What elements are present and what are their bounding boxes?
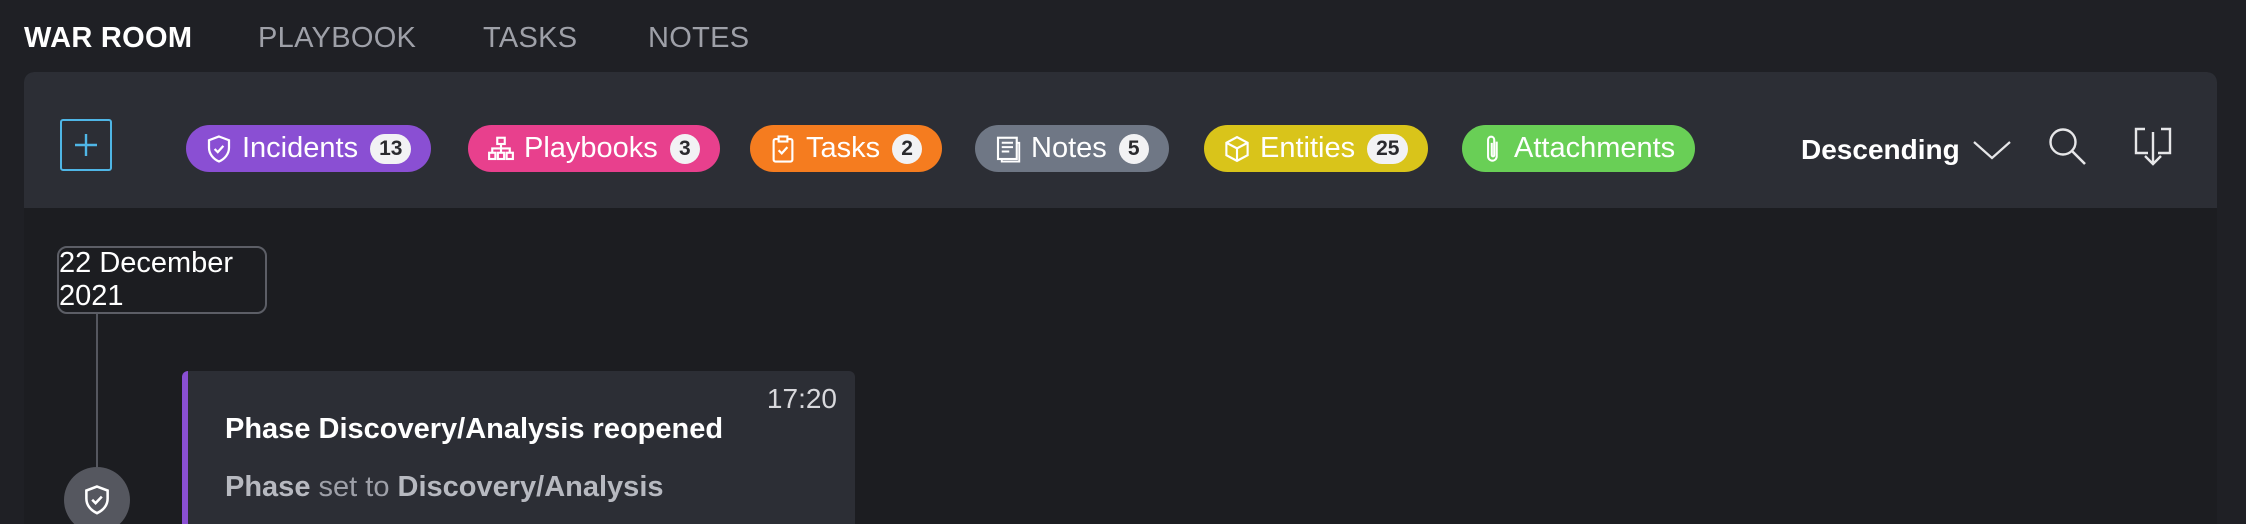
filter-playbooks[interactable]: Playbooks 3 xyxy=(468,125,720,172)
event-field-value: Discovery/Analysis xyxy=(397,471,664,503)
clipboard-icon xyxy=(772,134,794,163)
shield-icon xyxy=(85,485,109,515)
tasks-count-badge: 2 xyxy=(892,133,923,164)
entities-count-badge: 25 xyxy=(1367,133,1409,164)
filter-entities[interactable]: Entities 25 xyxy=(1204,125,1429,172)
paperclip-icon xyxy=(1487,135,1498,162)
tab-war-room[interactable]: WAR ROOM xyxy=(24,22,192,55)
cube-icon xyxy=(1225,135,1249,162)
filter-entities-label: Entities xyxy=(1260,132,1356,164)
timeline-node xyxy=(64,467,130,524)
event-desc-text: set to xyxy=(318,471,390,503)
sort-order-dropdown[interactable]: Descending xyxy=(1801,130,2012,170)
add-button[interactable] xyxy=(60,119,112,171)
filter-playbooks-label: Playbooks xyxy=(524,132,658,164)
shield-icon xyxy=(207,134,231,163)
download-icon[interactable] xyxy=(2131,124,2175,170)
note-icon xyxy=(996,136,1021,162)
filter-attachments-label: Attachments xyxy=(1514,132,1676,164)
timeline-event-card[interactable]: 17:20 Phase Discovery/Analysis reopened … xyxy=(182,371,855,524)
event-title: Phase Discovery/Analysis reopened xyxy=(225,413,724,445)
event-description: Phase set to Discovery/Analysis xyxy=(225,471,664,504)
filter-notes[interactable]: Notes 5 xyxy=(975,125,1169,172)
hierarchy-icon xyxy=(488,136,514,160)
event-field-name: Phase xyxy=(225,471,311,503)
tab-notes[interactable]: NOTES xyxy=(648,22,749,55)
filter-incidents[interactable]: Incidents 13 xyxy=(186,125,432,172)
tab-playbook[interactable]: PLAYBOOK xyxy=(258,22,416,55)
notes-count-badge: 5 xyxy=(1118,133,1149,164)
event-time: 17:20 xyxy=(766,383,837,414)
filter-tasks[interactable]: Tasks 2 xyxy=(750,125,943,172)
war-room-panel: Incidents 13 Playbooks 3 Tasks 2 Notes 5… xyxy=(24,72,2217,524)
sort-order-label: Descending xyxy=(1801,134,1960,165)
plus-icon xyxy=(75,134,97,156)
timeline-date-chip: 22 December 2021 xyxy=(57,246,267,314)
filter-notes-label: Notes xyxy=(1031,132,1107,164)
search-icon[interactable] xyxy=(2045,124,2089,168)
tab-bar: WAR ROOM PLAYBOOK TASKS NOTES xyxy=(0,0,2246,72)
filter-tasks-label: Tasks xyxy=(806,132,881,164)
tab-tasks[interactable]: TASKS xyxy=(483,22,577,55)
chevron-down-icon xyxy=(1972,141,2011,160)
playbooks-count-badge: 3 xyxy=(669,133,700,164)
filter-attachments[interactable]: Attachments xyxy=(1462,125,1696,172)
filter-toolbar: Incidents 13 Playbooks 3 Tasks 2 Notes 5… xyxy=(24,72,2217,208)
incidents-count-badge: 13 xyxy=(370,133,412,164)
filter-incidents-label: Incidents xyxy=(242,132,359,164)
